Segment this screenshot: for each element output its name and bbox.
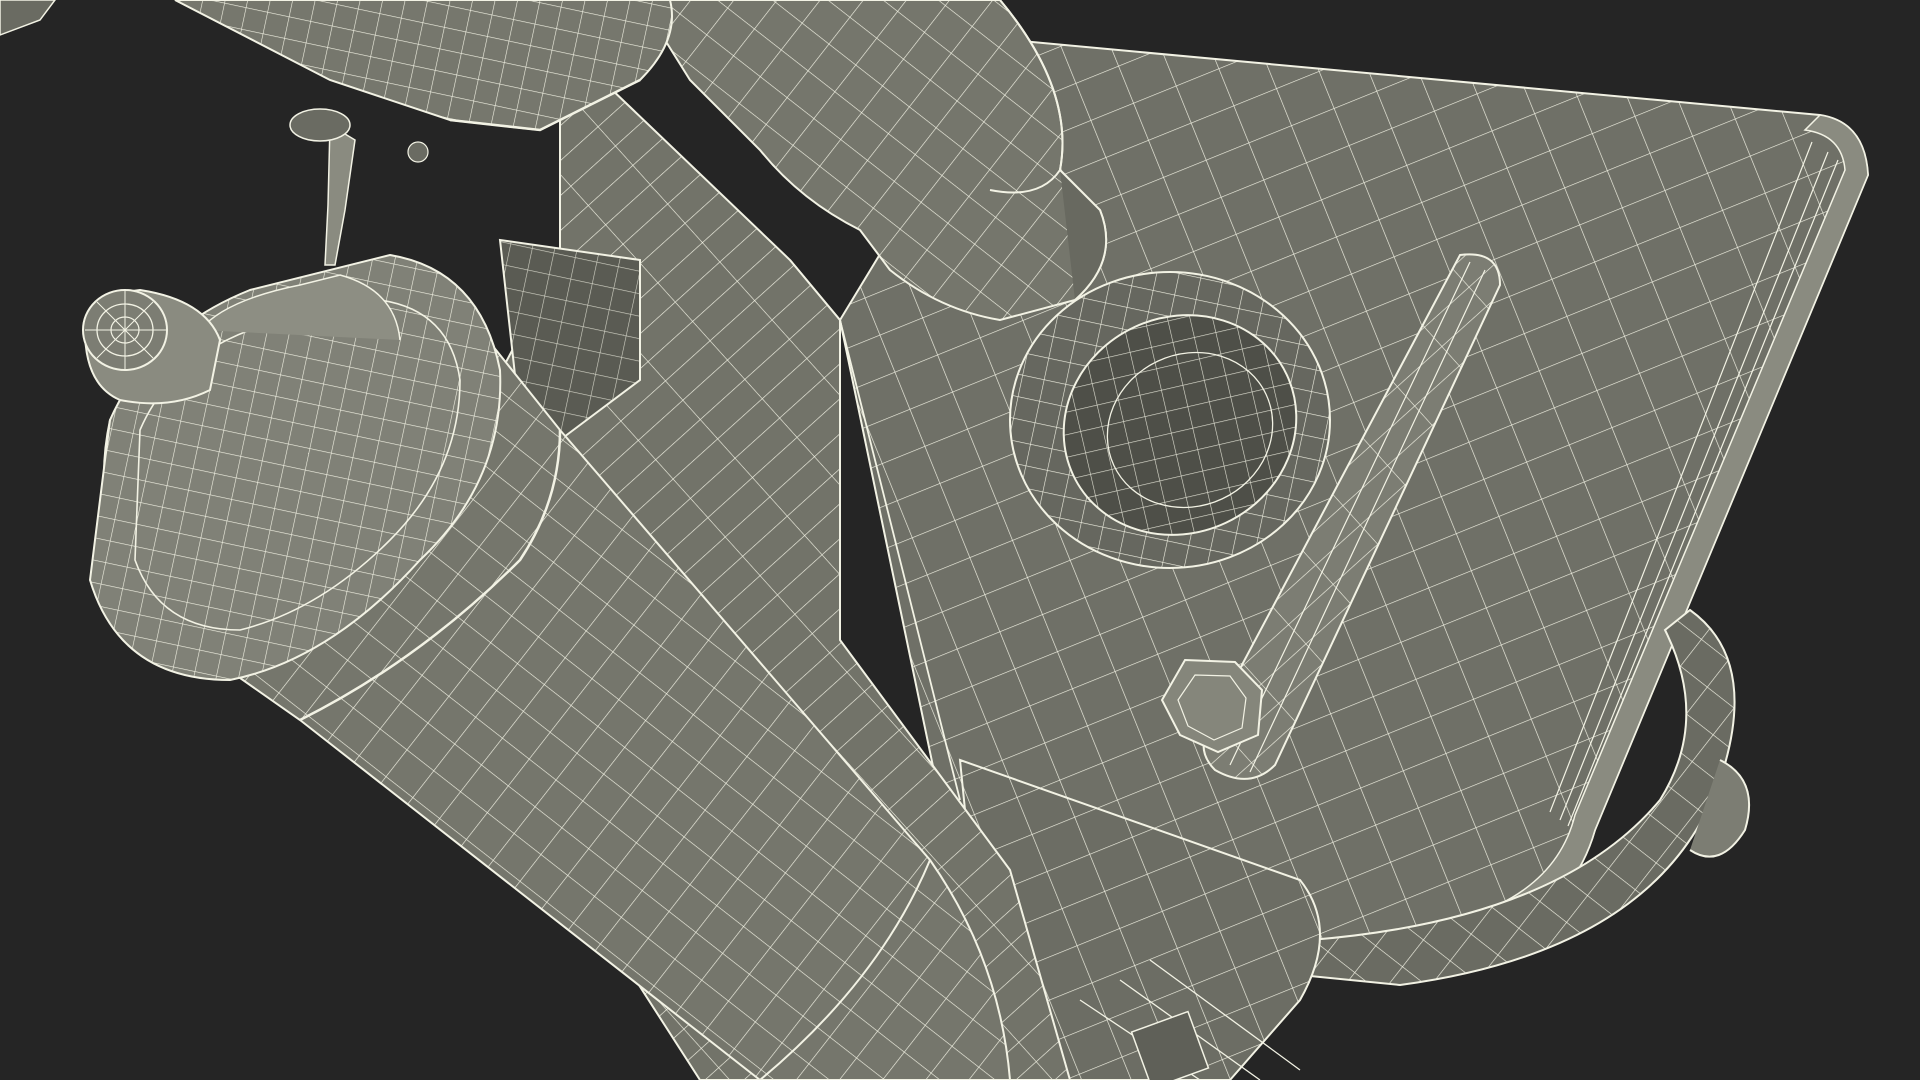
- fine-adjustment-pin: [289, 108, 429, 266]
- adjustment-knob: [82, 288, 222, 405]
- top-left-fragment: [0, 0, 56, 36]
- render-viewport: [0, 0, 1920, 1080]
- microscope-wireframe: [0, 0, 1870, 1080]
